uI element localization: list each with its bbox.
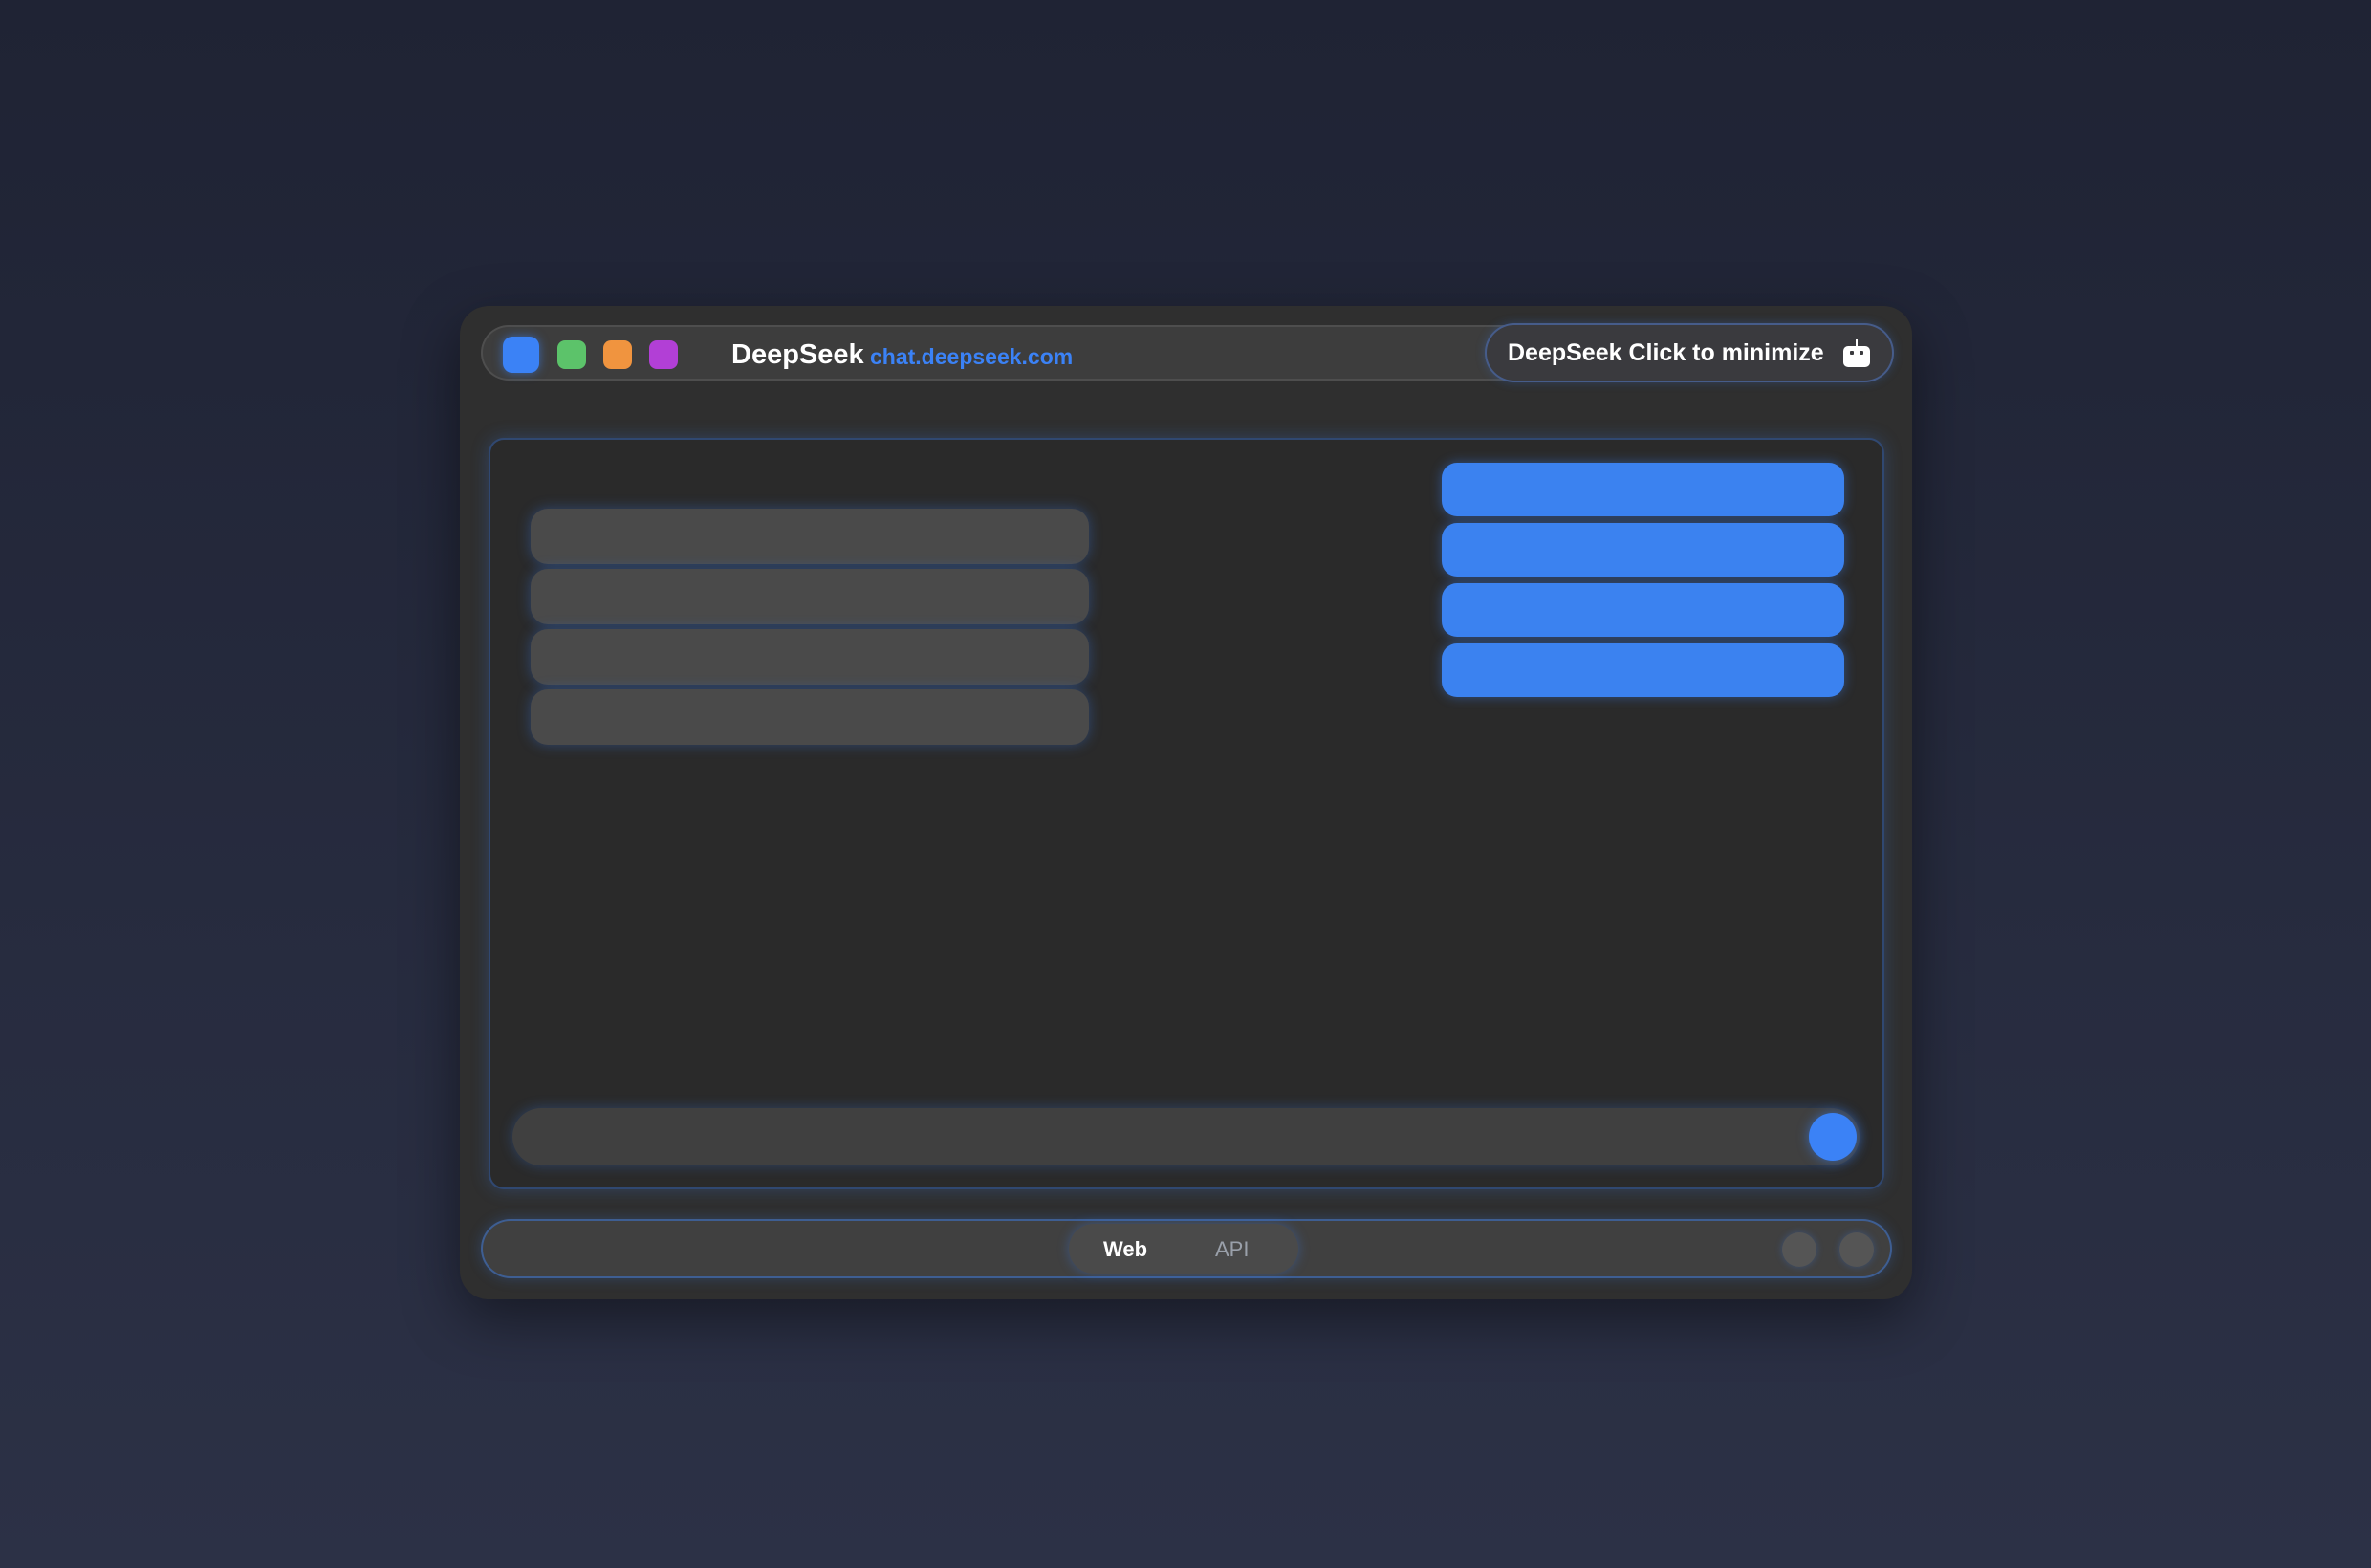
window-dot-orange[interactable] bbox=[603, 340, 632, 369]
robot-icon bbox=[1843, 339, 1870, 367]
sent-message-bubble bbox=[1442, 583, 1844, 637]
minimize-label: DeepSeek Click to minimize bbox=[1508, 339, 1824, 366]
window-dot-purple[interactable] bbox=[649, 340, 678, 369]
window-dot-green[interactable] bbox=[557, 340, 586, 369]
received-message-bubble bbox=[531, 509, 1089, 564]
received-message-bubble bbox=[531, 629, 1089, 685]
sent-message-bubble bbox=[1442, 643, 1844, 697]
app-url-link[interactable]: chat.deepseek.com bbox=[870, 344, 1073, 370]
mode-api-tab[interactable]: API bbox=[1215, 1237, 1249, 1262]
sent-message-bubble bbox=[1442, 523, 1844, 577]
minimize-button[interactable]: DeepSeek Click to minimize bbox=[1485, 323, 1894, 382]
message-input[interactable] bbox=[512, 1108, 1860, 1165]
mode-web-tab[interactable]: Web bbox=[1103, 1237, 1147, 1262]
more-button[interactable] bbox=[1839, 1232, 1874, 1267]
mode-toggle: Web API bbox=[1069, 1224, 1298, 1274]
send-button[interactable] bbox=[1809, 1113, 1857, 1161]
chat-panel bbox=[489, 438, 1884, 1189]
window-dot-blue[interactable] bbox=[503, 337, 539, 373]
settings-button[interactable] bbox=[1782, 1232, 1816, 1267]
received-message-bubble bbox=[531, 569, 1089, 624]
app-window: DeepSeek chat.deepseek.com DeepSeek Clic… bbox=[460, 306, 1912, 1299]
app-title: DeepSeek bbox=[731, 339, 864, 370]
received-message-bubble bbox=[531, 689, 1089, 745]
sent-message-bubble bbox=[1442, 463, 1844, 516]
title-bar: DeepSeek chat.deepseek.com DeepSeek Clic… bbox=[481, 323, 1894, 382]
footer-bar: Web API bbox=[481, 1219, 1892, 1278]
